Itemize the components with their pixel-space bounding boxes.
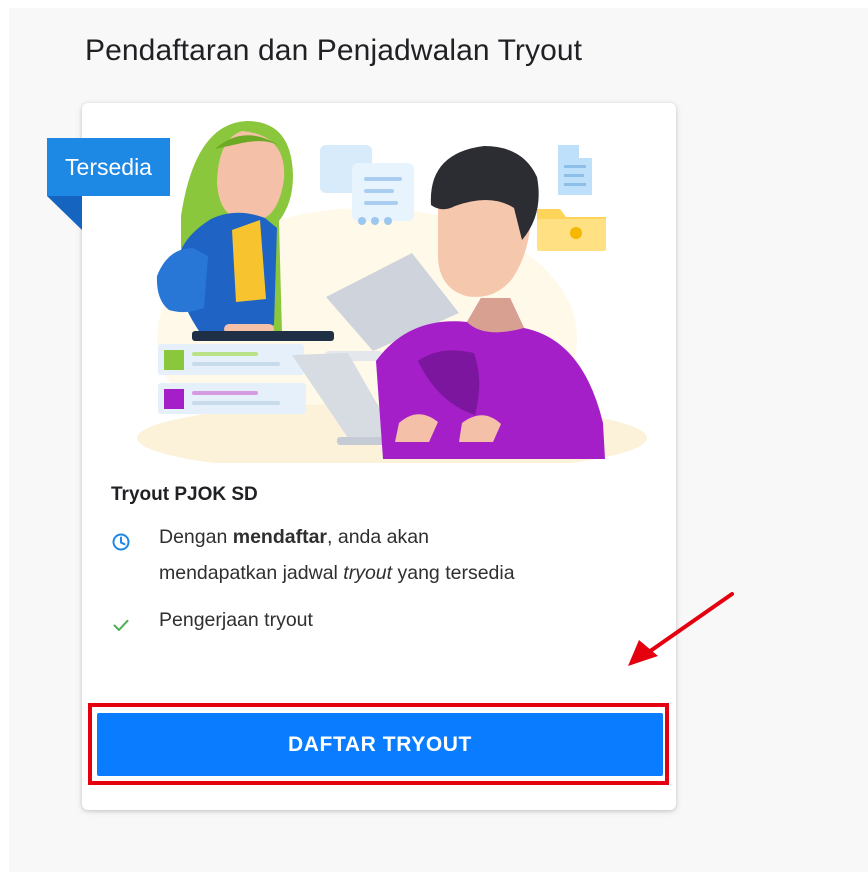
page-title: Pendaftaran dan Penjadwalan Tryout (85, 34, 583, 67)
tryout-title: Tryout PJOK SD (111, 484, 258, 505)
schedule-bold-text: mendaftar (232, 526, 328, 548)
card-body: Tryout PJOK SD Dengan mendaftar, anda ak… (111, 481, 647, 638)
badge-fold (47, 196, 82, 230)
schedule-line-1-prefix: Dengan (159, 526, 233, 548)
work-info: Pengerjaan tryout (111, 602, 647, 638)
schedule-line-1-suffix: , anda akan (327, 526, 429, 548)
work-info-label: Pengerjaan tryout (159, 609, 313, 631)
daftar-tryout-button[interactable]: DAFTAR TRYOUT (97, 713, 663, 776)
schedule-info: Dengan mendaftar, anda akan mendapatkan … (111, 519, 647, 591)
clock-icon (111, 528, 131, 551)
annotation-arrow-icon (628, 592, 734, 666)
schedule-line-2: mendapatkan jadwal tryout yang tersedia (159, 555, 647, 591)
schedule-line-1: Dengan mendaftar, anda akan (159, 519, 647, 555)
schedule-line-2-prefix: mendapatkan jadwal (159, 562, 344, 584)
tryout-illustration (82, 103, 676, 463)
check-icon (111, 611, 131, 631)
availability-badge: Tersedia (47, 138, 170, 196)
schedule-italic-text: tryout (343, 562, 393, 584)
schedule-line-2-suffix: yang tersedia (392, 562, 515, 584)
